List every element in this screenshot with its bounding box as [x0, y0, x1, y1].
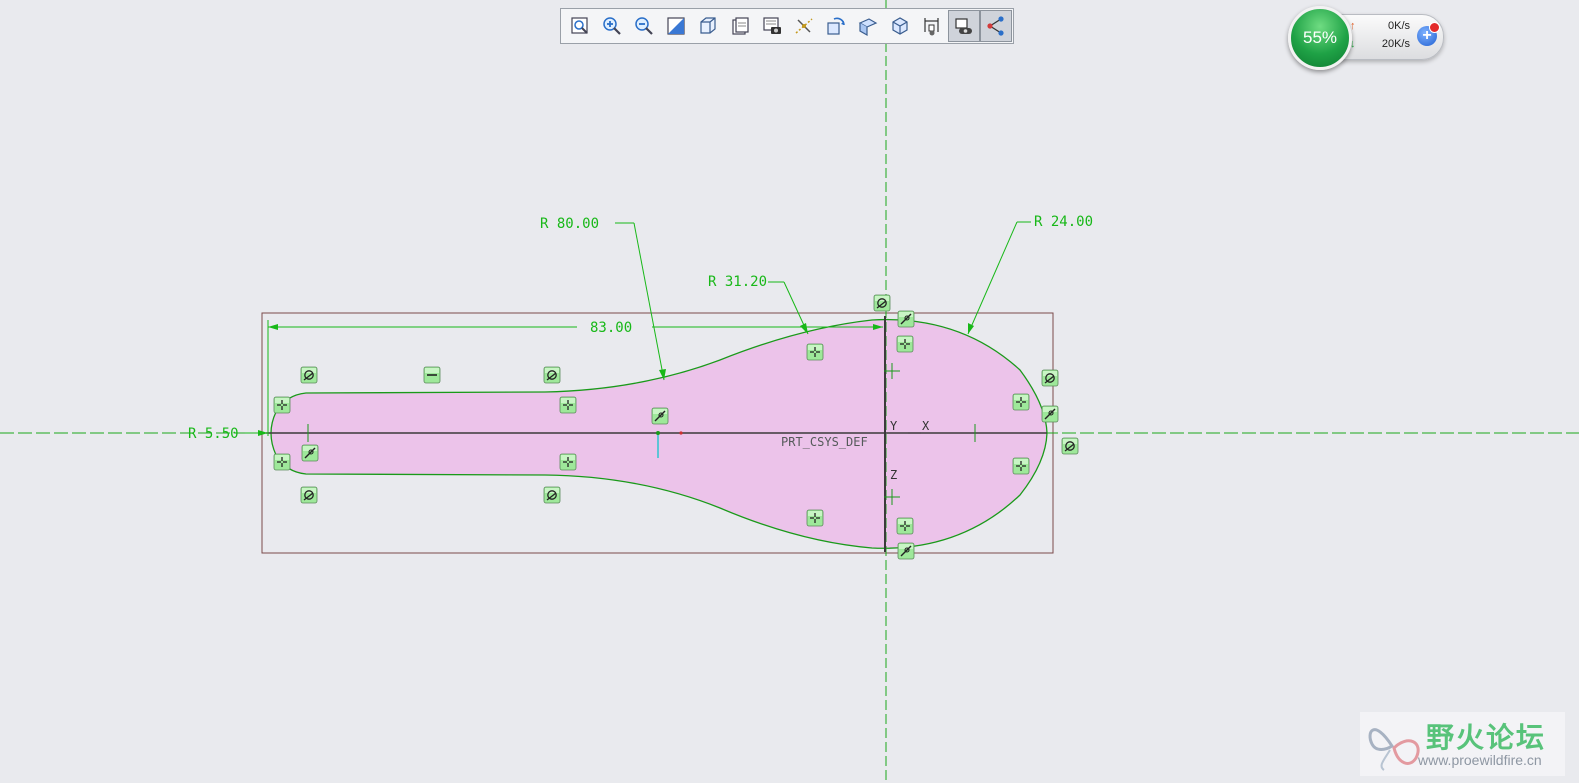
vertex-display-button[interactable]	[980, 10, 1012, 42]
upload-speed: 0K/s	[1387, 20, 1410, 32]
tangent-constraint-icon[interactable]	[300, 486, 318, 504]
download-arrow-icon: ↓	[1350, 38, 1356, 50]
tangent-constraint-icon[interactable]	[543, 366, 561, 384]
sketch-canvas[interactable]: 83.00 R 80.00 R 31.20 R 24.00 R 5.50 PRT…	[0, 0, 1579, 783]
sketcher-display-filters-button[interactable]	[916, 10, 948, 42]
download-speed: 20K/s	[1381, 38, 1410, 50]
view-orient-button[interactable]	[884, 10, 916, 42]
equal-constraint-icon[interactable]	[273, 453, 291, 471]
refit-button[interactable]	[564, 10, 596, 42]
axis-y-label: Y	[890, 419, 898, 433]
zoom-in-icon	[603, 17, 621, 35]
axis-x-label: X	[922, 419, 930, 433]
spin-center-icon	[827, 17, 845, 35]
tangent-constraint-icon[interactable]	[1041, 405, 1059, 423]
dimension-r5-leader[interactable]	[245, 430, 268, 436]
spin-center-button[interactable]	[820, 10, 852, 42]
tangent-constraint-icon[interactable]	[301, 444, 319, 462]
repaint-icon	[667, 17, 685, 35]
dimension-r5-label[interactable]: R 5.50	[188, 426, 239, 442]
tangent-constraint-icon[interactable]	[300, 366, 318, 384]
repaint-button[interactable]	[660, 10, 692, 42]
zoom-out-button[interactable]	[628, 10, 660, 42]
dimension-r31-leader[interactable]	[768, 281, 809, 335]
network-monitor-widget[interactable]: 55% ↑ 0K/s ↓ 20K/s +	[1288, 6, 1446, 70]
upload-arrow-icon: ↑	[1350, 20, 1356, 32]
dimension-display-icon	[924, 18, 939, 36]
dimension-r31-label[interactable]: R 31.20	[708, 274, 767, 290]
tangent-constraint-icon[interactable]	[897, 542, 915, 560]
axis-z-label: Z	[890, 468, 897, 482]
notification-dot	[1429, 22, 1440, 33]
watermark-title: 野火论坛	[1426, 721, 1547, 754]
equal-constraint-icon[interactable]	[806, 509, 824, 527]
usage-percent: 55%	[1302, 28, 1338, 47]
refit-icon	[571, 17, 588, 34]
equal-constraint-icon[interactable]	[273, 396, 291, 414]
datum-filters-icon	[795, 18, 813, 34]
view-manager-icon	[763, 17, 781, 34]
view-manager-button[interactable]	[756, 10, 788, 42]
dimension-r24-label[interactable]: R 24.00	[1034, 214, 1093, 230]
equal-constraint-icon[interactable]	[559, 396, 577, 414]
equal-constraint-icon[interactable]	[1012, 457, 1030, 475]
tangent-constraint-icon[interactable]	[897, 310, 915, 328]
sketch-view-button[interactable]	[852, 10, 884, 42]
tangent-constraint-icon[interactable]	[873, 294, 891, 312]
equal-constraint-icon[interactable]	[559, 453, 577, 471]
dimension-r24-leader[interactable]	[967, 221, 1031, 335]
tangent-constraint-icon[interactable]	[1061, 437, 1079, 455]
dimension-r80-leader[interactable]	[615, 222, 666, 381]
constraints-display-icon	[955, 18, 972, 34]
zoom-in-button[interactable]	[596, 10, 628, 42]
dimension-r80-label[interactable]: R 80.00	[540, 216, 599, 232]
orient-cube-icon	[892, 17, 908, 35]
saved-orientations-button[interactable]	[724, 10, 756, 42]
csys-label: PRT_CSYS_DEF	[781, 435, 868, 449]
constraints-display-button[interactable]	[948, 10, 980, 42]
equal-constraint-icon[interactable]	[1012, 393, 1030, 411]
sketch-view-icon	[858, 18, 878, 37]
tangent-constraint-icon[interactable]	[651, 407, 669, 425]
dimension-83-label[interactable]: 83.00	[590, 320, 632, 336]
graphics-toolbar	[560, 8, 1014, 44]
horizontal-constraint-icon[interactable]	[423, 366, 441, 384]
equal-constraint-icon[interactable]	[896, 517, 914, 535]
tangent-constraint-icon[interactable]	[1041, 369, 1059, 387]
saved-views-icon	[732, 17, 749, 35]
tangent-constraint-icon[interactable]	[543, 486, 561, 504]
equal-constraint-icon[interactable]	[896, 335, 914, 353]
watermark-url: www.proewildfire.cn	[1418, 752, 1542, 768]
zoom-out-icon	[635, 17, 653, 35]
cube-icon	[700, 17, 716, 34]
butterfly-logo-icon	[1368, 728, 1420, 771]
display-style-button[interactable]	[692, 10, 724, 42]
usage-gauge[interactable]: 55%	[1288, 6, 1352, 70]
equal-constraint-icon[interactable]	[806, 343, 824, 361]
forum-watermark: 野火论坛 www.proewildfire.cn	[1360, 712, 1565, 776]
vertex-display-icon	[987, 16, 1004, 36]
datum-display-filters-button[interactable]	[788, 10, 820, 42]
